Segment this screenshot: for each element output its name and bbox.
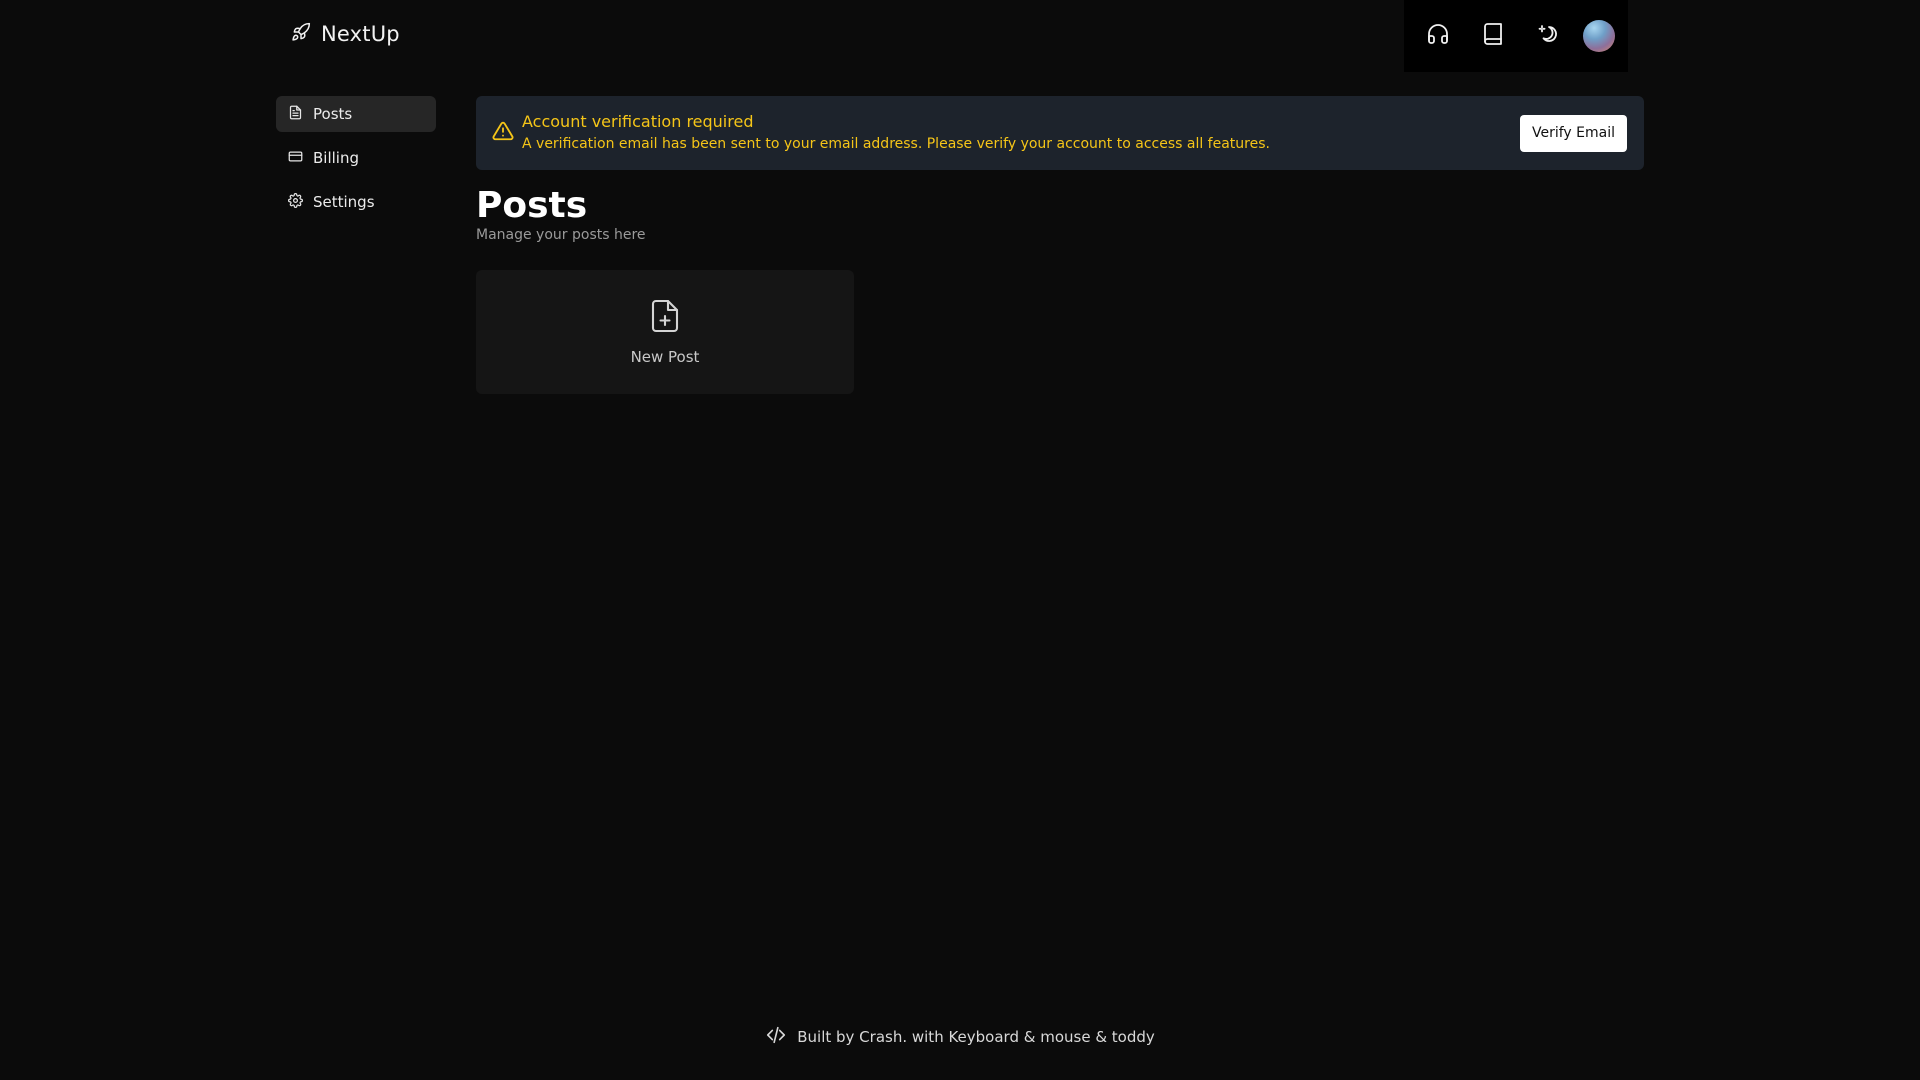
docs-button[interactable] (1473, 16, 1513, 56)
footer: Built by Crash. with Keyboard & mouse & … (0, 1024, 1920, 1050)
page-title: Posts (476, 185, 588, 226)
sidebar-item-settings[interactable]: Settings (276, 184, 436, 220)
alert-description: A verification email has been sent to yo… (522, 136, 1270, 152)
sidebar-item-label: Billing (313, 149, 359, 167)
theme-toggle-icon (1536, 22, 1560, 50)
new-post-card[interactable]: New Post (476, 270, 854, 394)
theme-toggle-button[interactable] (1528, 16, 1568, 56)
file-text-icon (288, 105, 303, 124)
top-toolbar (1404, 0, 1628, 72)
gear-icon (288, 192, 303, 212)
app-page: NextUp Posts Billing Settings Account ve… (0, 0, 1920, 1080)
sidebar: Posts Billing Settings (276, 96, 436, 228)
sidebar-item-label: Settings (313, 193, 375, 211)
alert-text: Account verification required A verifica… (522, 111, 1520, 155)
new-post-label: New Post (630, 348, 700, 366)
alert-title: Account verification required (522, 112, 754, 131)
verification-alert: Account verification required A verifica… (476, 96, 1644, 170)
sidebar-item-billing[interactable]: Billing (276, 140, 436, 176)
brand-name: NextUp (321, 22, 400, 46)
sidebar-item-posts[interactable]: Posts (276, 96, 436, 132)
brand-link[interactable]: NextUp (291, 22, 400, 46)
page-subtitle: Manage your posts here (476, 227, 646, 243)
book-icon (1481, 22, 1505, 50)
code-icon (765, 1024, 787, 1050)
rocket-icon (291, 22, 311, 46)
sidebar-item-label: Posts (313, 105, 353, 123)
verify-email-button[interactable]: Verify Email (1519, 114, 1627, 152)
footer-text: Built by Crash. with Keyboard & mouse & … (797, 1028, 1155, 1046)
warning-icon (492, 120, 514, 142)
file-plus-icon (647, 298, 683, 348)
headphones-button[interactable] (1418, 16, 1458, 56)
credit-card-icon (288, 149, 303, 168)
headphones-icon (1426, 22, 1450, 50)
avatar[interactable] (1582, 20, 1615, 52)
